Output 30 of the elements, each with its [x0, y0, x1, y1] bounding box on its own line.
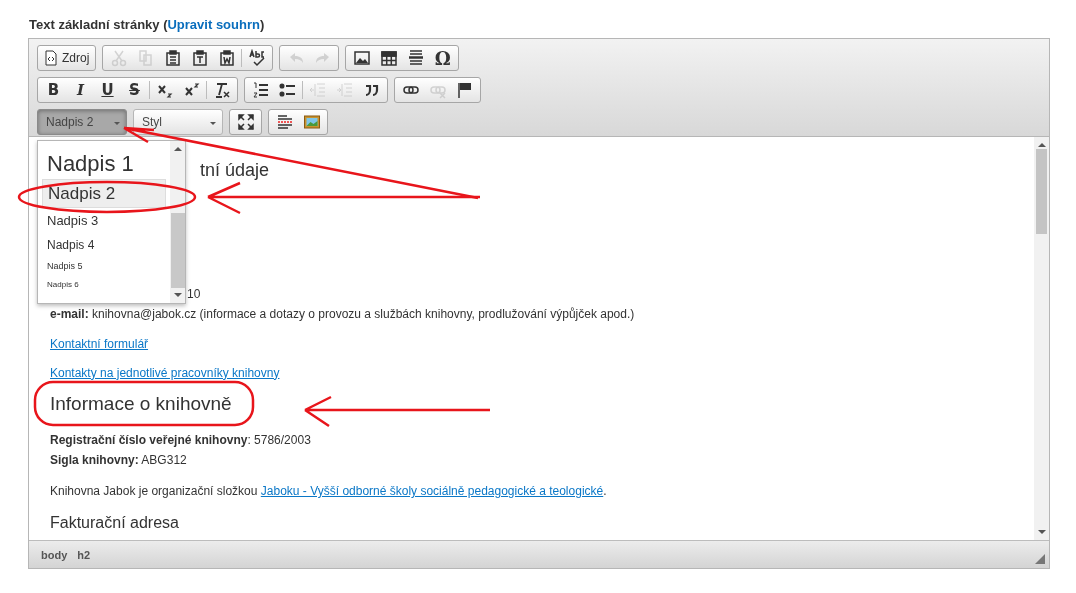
content-link[interactable]: Kontaktní formulář — [50, 336, 149, 351]
field-label: Text základní stránky (Upravit souhrn) — [29, 17, 265, 32]
phone-text: 10 — [187, 286, 201, 303]
format-option[interactable]: Nadpis 3 — [42, 208, 166, 234]
format-dropdown[interactable]: Nadpis 2 — [37, 109, 127, 135]
format-button[interactable]: S — [121, 78, 148, 102]
menu-scrollbar[interactable] — [170, 141, 185, 303]
format-button[interactable]: B — [40, 78, 67, 102]
resize-grip-icon[interactable] — [1035, 554, 1045, 564]
format-button[interactable]: I — [67, 78, 94, 102]
format-button[interactable]: U — [94, 78, 121, 102]
format-option[interactable]: Nadpis 5 — [42, 256, 166, 276]
heading-text: tní údaje — [200, 159, 270, 182]
format-option[interactable]: Nadpis 4 — [42, 234, 166, 256]
format-option[interactable]: Nadpis 1 — [42, 149, 166, 179]
format-dropdown[interactable]: Styl — [133, 109, 223, 135]
format-option[interactable]: Nadpis 2 — [42, 179, 166, 208]
paragraph-text: Knihovna Jabok je organizační složkou Jaboku - Vyšší odborné školy sociálně pedagogické a teologické. — [50, 482, 608, 500]
info-line: Sigla knihovny: ABG312 — [50, 451, 188, 469]
content-link[interactable]: Kontakty na jednotlivé pracovníky knihovny — [50, 365, 280, 380]
format-option[interactable]: Nadpis 6 — [42, 276, 166, 294]
element-path-item[interactable]: body — [37, 548, 72, 561]
edit-summary-link[interactable]: Upravit souhrn — [167, 17, 260, 32]
element-path-item[interactable]: h2 — [73, 548, 95, 561]
heading-text: Fakturační adresa — [50, 513, 180, 534]
code-file-icon — [44, 50, 58, 66]
email-text: e-mail: knihovna@jabok.cz (informace a dotazy o provozu a službách knihovny, prodlužování výpůjček apod.) — [50, 306, 636, 323]
heading-text: Informace o knihovně — [50, 394, 232, 415]
scrollbar[interactable] — [1034, 137, 1049, 540]
info-line: Registrační číslo veřejné knihovny: 5786/2003 — [50, 431, 312, 449]
